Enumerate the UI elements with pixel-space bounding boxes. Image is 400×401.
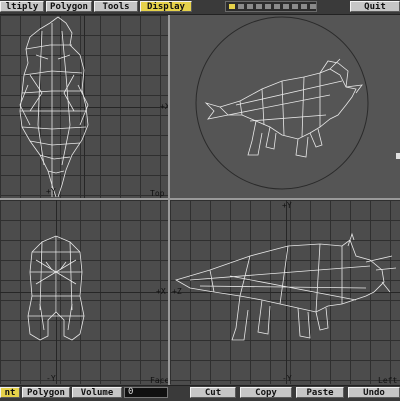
mode-polygon-button[interactable]: Polygon	[22, 387, 70, 398]
viewport-face-label: Face	[150, 376, 168, 384]
layer-slot[interactable]	[292, 4, 298, 9]
face-view-wireframe	[27, 235, 85, 341]
layer-slot[interactable]	[283, 4, 289, 9]
paste-button[interactable]: Paste	[296, 387, 344, 398]
layer-slot[interactable]	[256, 4, 262, 9]
viewport-top[interactable]: +X +Y Top	[0, 15, 168, 198]
left-view-wireframe	[174, 232, 397, 341]
axis-label-y-bottom: -Y	[282, 374, 292, 383]
undo-button[interactable]: Undo	[348, 387, 400, 398]
menu-display-button[interactable]: Display	[140, 1, 192, 12]
axis-label-x: +X	[160, 102, 168, 111]
viewport-left[interactable]: +Y +Z -Y Left	[170, 200, 400, 384]
mode-volume-button[interactable]: Volume	[72, 387, 122, 398]
top-view-wireframe	[19, 16, 89, 198]
viewport-face[interactable]: +X -Y Face	[0, 200, 168, 384]
mode-point-button[interactable]: nt	[0, 387, 20, 398]
axis-label-y-top: +Y	[282, 201, 292, 210]
viewport-left-label: Left	[378, 376, 398, 384]
layer-slot[interactable]	[229, 4, 235, 9]
layer-slot[interactable]	[265, 4, 271, 9]
copy-button[interactable]: Copy	[240, 387, 292, 398]
menu-polygon-button[interactable]: Polygon	[46, 1, 92, 12]
axis-label-x: +X	[156, 287, 166, 296]
axis-label-z: +Z	[172, 287, 182, 296]
layer-slot[interactable]	[238, 4, 244, 9]
menu-multiply-button[interactable]: ltiply	[0, 1, 44, 12]
camera-lens-circle	[195, 16, 369, 190]
viewport-camera[interactable]	[170, 15, 400, 198]
layer-slot[interactable]	[301, 4, 307, 9]
layer-slot[interactable]	[274, 4, 280, 9]
axis-label-y: -Y	[46, 374, 56, 383]
top-menu-bar: ltiply Polygon Tools Display Quit	[0, 0, 400, 15]
quit-button[interactable]: Quit	[350, 1, 400, 12]
viewport-divider-horizontal[interactable]	[0, 198, 400, 200]
camera-view-render	[195, 16, 369, 190]
menu-tools-button[interactable]: Tools	[94, 1, 138, 12]
layer-bank-gauge[interactable]	[225, 1, 317, 12]
cut-button[interactable]: Cut	[190, 387, 236, 398]
layer-slot[interactable]	[247, 4, 253, 9]
volume-value-field[interactable]: 0	[124, 387, 168, 398]
viewport-divider-vertical[interactable]	[168, 15, 170, 385]
viewport-top-label: Top	[150, 189, 165, 198]
camera-marker-icon	[396, 153, 400, 159]
layer-slot[interactable]	[310, 4, 316, 9]
axis-label-y: +Y	[46, 187, 56, 196]
